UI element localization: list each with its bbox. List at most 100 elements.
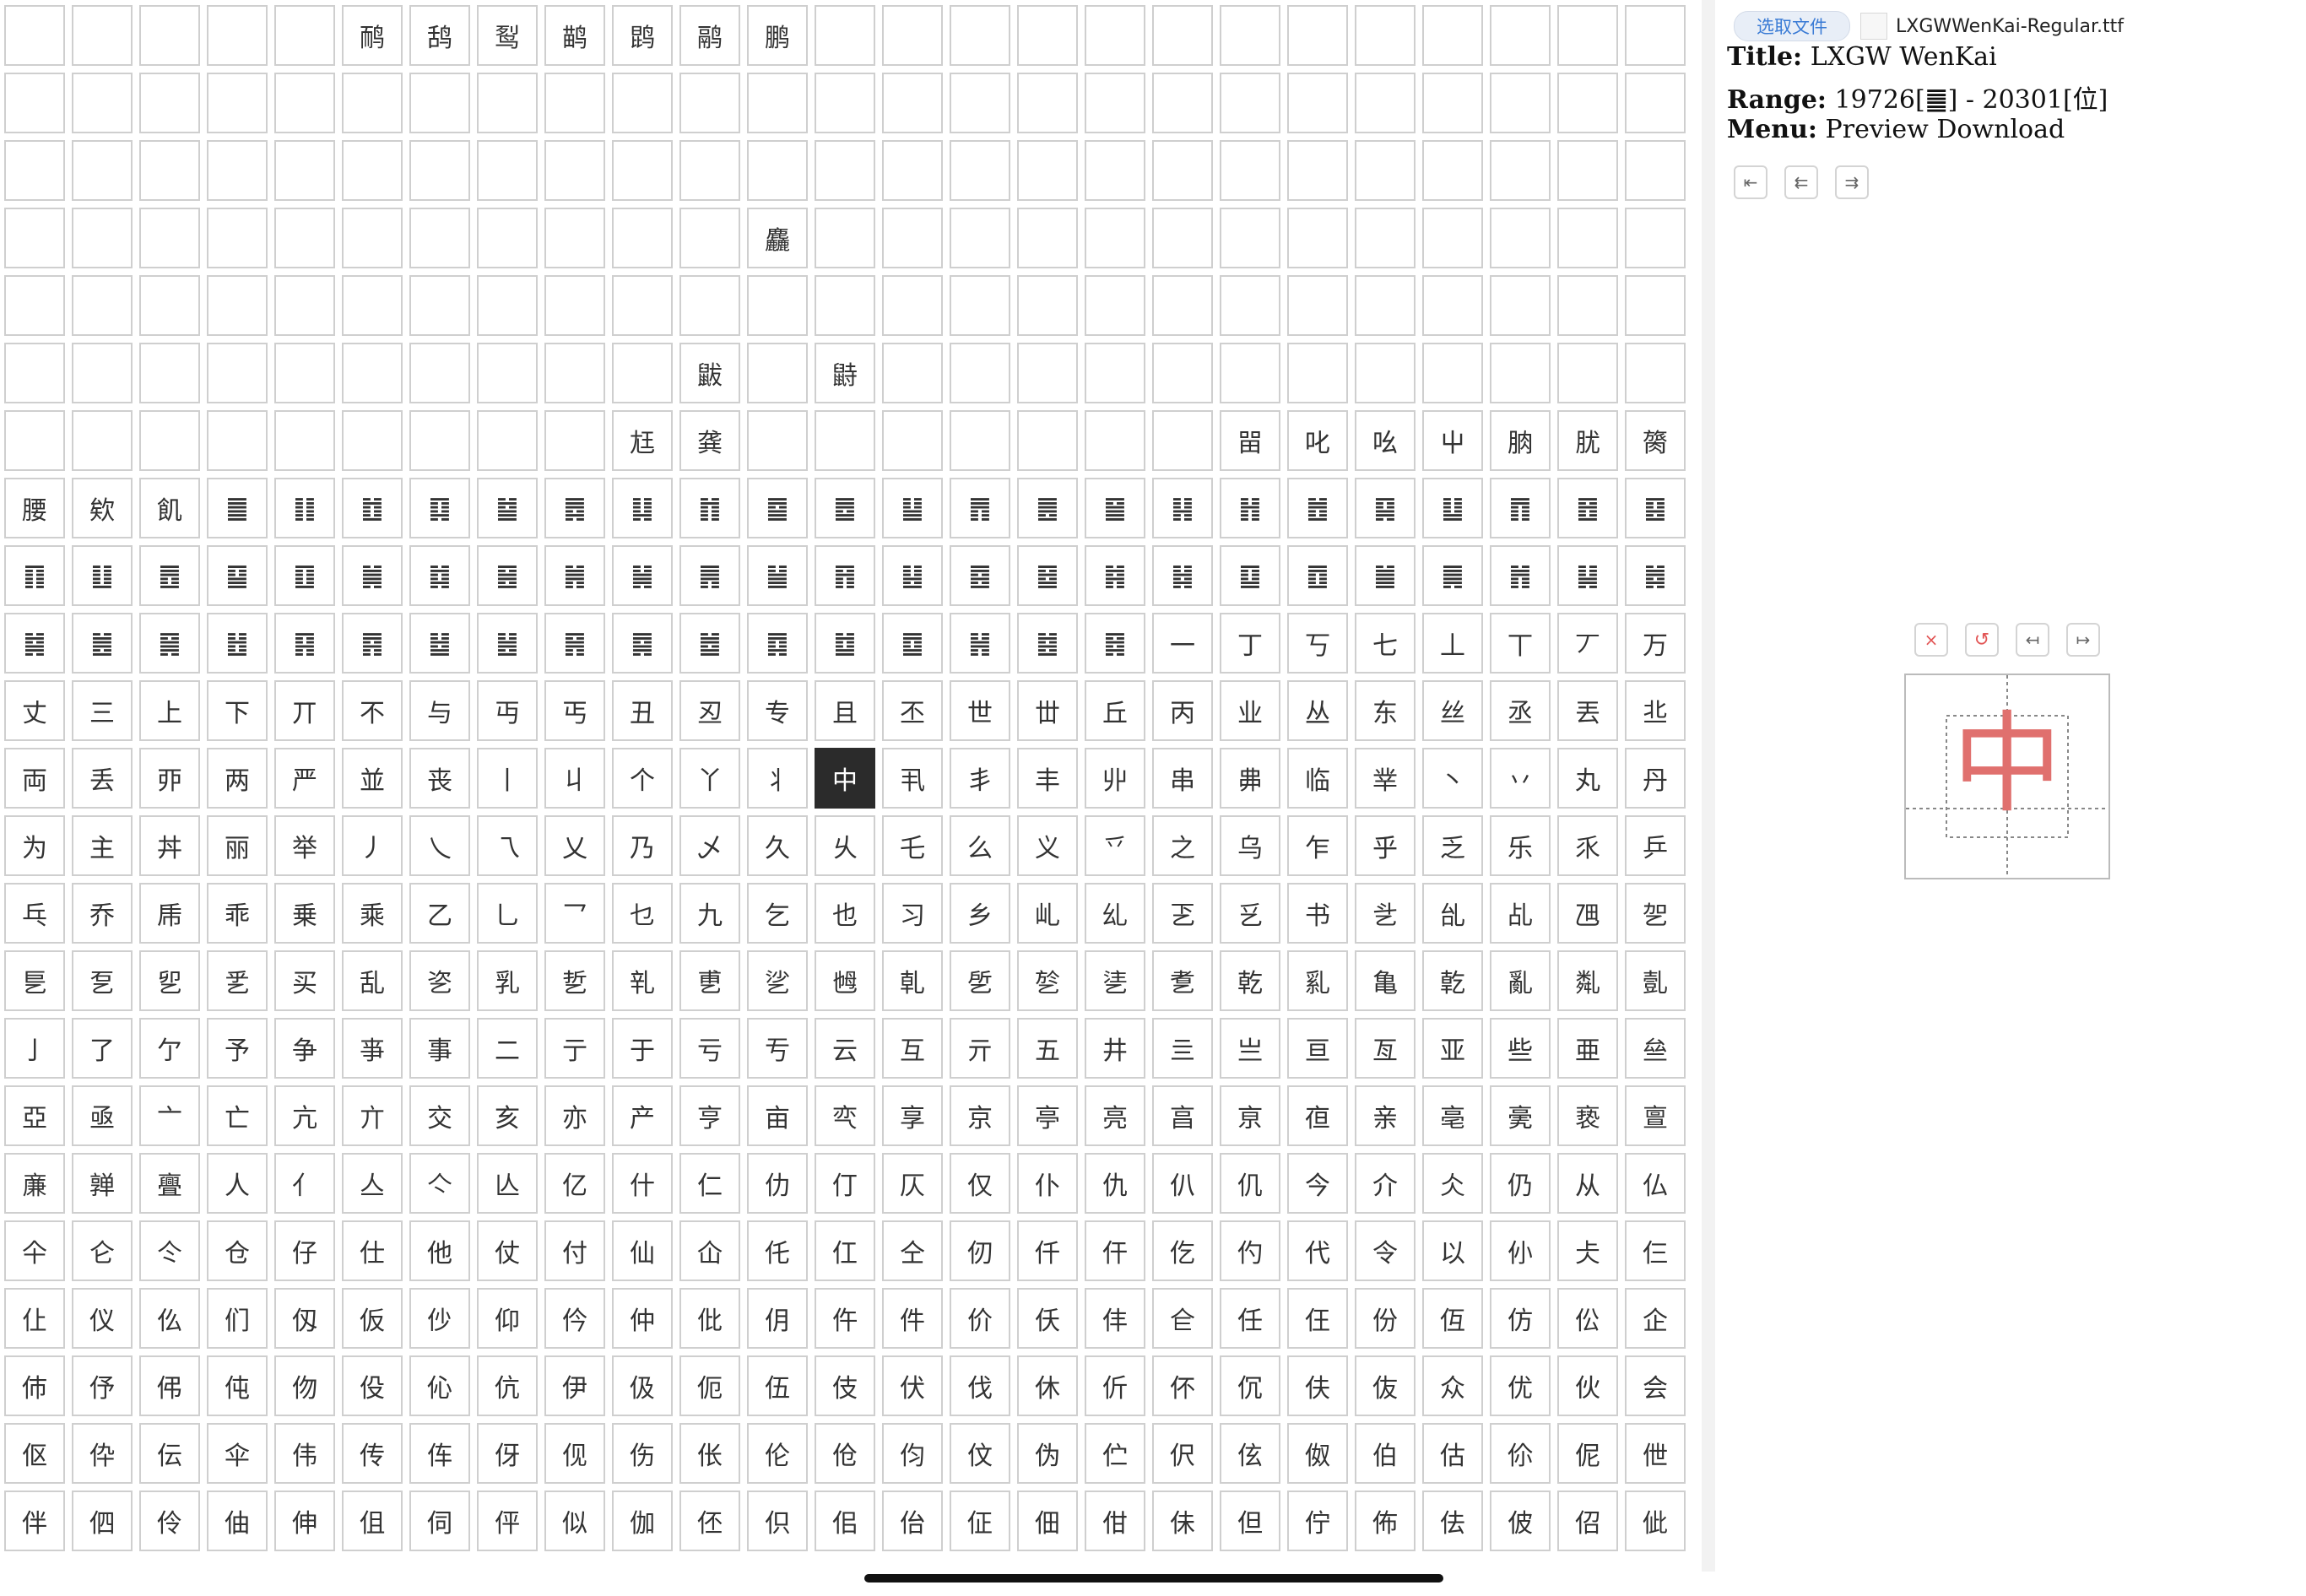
glyph-cell[interactable]: 乊 <box>1085 815 1145 876</box>
glyph-cell[interactable] <box>1017 73 1078 133</box>
glyph-cell[interactable]: ䷞ <box>544 545 605 606</box>
glyph-cell[interactable]: 件 <box>882 1288 943 1349</box>
glyph-cell[interactable]: ䷔ <box>1557 478 1618 538</box>
glyph-cell[interactable] <box>1287 73 1348 133</box>
glyph-cell[interactable] <box>1152 73 1213 133</box>
glyph-cell[interactable] <box>207 73 268 133</box>
glyph-cell[interactable]: ䷳ <box>274 613 335 674</box>
glyph-cell[interactable]: 伺 <box>409 1491 470 1551</box>
glyph-cell[interactable]: 吆 <box>1355 410 1416 471</box>
glyph-cell[interactable]: 临 <box>1287 748 1348 809</box>
glyph-cell[interactable] <box>1085 73 1145 133</box>
glyph-cell[interactable] <box>882 208 943 268</box>
glyph-cell[interactable] <box>72 208 133 268</box>
glyph-cell[interactable]: 乐 <box>1490 815 1551 876</box>
glyph-cell[interactable]: 佌 <box>1625 1491 1686 1551</box>
glyph-cell[interactable]: 伢 <box>477 1423 538 1484</box>
glyph-cell[interactable] <box>4 140 65 201</box>
glyph-cell[interactable]: 丐 <box>544 680 605 741</box>
glyph-cell[interactable]: 伂 <box>4 1355 65 1416</box>
glyph-cell[interactable]: 䴕 <box>477 5 538 66</box>
glyph-cell[interactable]: ䷇ <box>679 478 740 538</box>
glyph-cell[interactable]: ䷠ <box>679 545 740 606</box>
glyph-cell[interactable]: 乒 <box>1625 815 1686 876</box>
glyph-cell[interactable]: 仌 <box>1422 1153 1483 1214</box>
glyph-cell[interactable] <box>1625 73 1686 133</box>
glyph-cell[interactable] <box>1422 73 1483 133</box>
glyph-cell[interactable]: 伕 <box>1287 1355 1348 1416</box>
glyph-cell[interactable]: 伉 <box>477 1355 538 1416</box>
glyph-cell[interactable]: 且 <box>815 680 875 741</box>
glyph-cell[interactable]: 伵 <box>72 1491 133 1551</box>
glyph-cell[interactable]: ䷑ <box>1355 478 1416 538</box>
glyph-cell[interactable] <box>72 343 133 403</box>
glyph-cell[interactable]: 会 <box>1625 1355 1686 1416</box>
glyph-cell[interactable]: 乢 <box>1017 883 1078 944</box>
glyph-cell[interactable]: 丙 <box>1152 680 1213 741</box>
glyph-cell[interactable]: 乽 <box>1152 950 1213 1011</box>
glyph-cell[interactable] <box>612 343 673 403</box>
glyph-cell[interactable] <box>477 410 538 471</box>
glyph-cell[interactable]: 仯 <box>409 1288 470 1349</box>
glyph-cell[interactable] <box>950 140 1010 201</box>
glyph-cell[interactable]: 伮 <box>1287 1423 1348 1484</box>
glyph-cell[interactable]: 乯 <box>207 950 268 1011</box>
glyph-cell[interactable]: 佉 <box>1422 1491 1483 1551</box>
glyph-cell[interactable] <box>950 73 1010 133</box>
glyph-cell[interactable] <box>747 140 808 201</box>
glyph-cell[interactable] <box>1085 5 1145 66</box>
glyph-cell[interactable] <box>1287 5 1348 66</box>
glyph-cell[interactable] <box>612 73 673 133</box>
glyph-cell[interactable]: 並 <box>342 748 403 809</box>
glyph-cell[interactable]: 乇 <box>882 815 943 876</box>
glyph-cell[interactable]: 膐 <box>1625 410 1686 471</box>
glyph-cell[interactable]: ䷃ <box>409 478 470 538</box>
glyph-cell[interactable]: ䷝ <box>477 545 538 606</box>
glyph-cell[interactable] <box>409 275 470 336</box>
glyph-cell[interactable]: 书 <box>1287 883 1348 944</box>
glyph-cell[interactable] <box>950 208 1010 268</box>
glyph-cell[interactable] <box>747 275 808 336</box>
glyph-cell[interactable]: 亲 <box>1355 1085 1416 1146</box>
glyph-cell[interactable]: ䷕ <box>1625 478 1686 538</box>
glyph-cell[interactable] <box>544 73 605 133</box>
glyph-cell[interactable]: ䷘ <box>139 545 200 606</box>
glyph-cell[interactable]: 丣 <box>139 748 200 809</box>
glyph-cell[interactable]: ䷯ <box>4 613 65 674</box>
glyph-cell[interactable]: 仛 <box>747 1220 808 1281</box>
glyph-cell[interactable]: 乚 <box>477 883 538 944</box>
glyph-cell[interactable]: 仇 <box>1085 1153 1145 1214</box>
glyph-cell[interactable] <box>139 5 200 66</box>
glyph-cell[interactable]: 伎 <box>815 1355 875 1416</box>
glyph-cell[interactable] <box>679 275 740 336</box>
glyph-cell[interactable]: 他 <box>409 1220 470 1281</box>
glyph-cell[interactable]: 伥 <box>679 1423 740 1484</box>
glyph-cell[interactable] <box>1085 343 1145 403</box>
glyph-cell[interactable] <box>274 410 335 471</box>
glyph-cell[interactable] <box>1220 208 1280 268</box>
glyph-cell[interactable]: ䷈ <box>747 478 808 538</box>
glyph-cell[interactable] <box>882 73 943 133</box>
glyph-cell[interactable]: 丨 <box>477 748 538 809</box>
glyph-cell[interactable]: 亞 <box>4 1085 65 1146</box>
glyph-cell[interactable]: 仨 <box>1625 1220 1686 1281</box>
glyph-cell[interactable]: 仈 <box>1152 1153 1213 1214</box>
glyph-cell[interactable]: ䷎ <box>1152 478 1213 538</box>
glyph-cell[interactable] <box>1490 5 1551 66</box>
glyph-cell[interactable]: 伆 <box>274 1355 335 1416</box>
glyph-cell[interactable]: 乜 <box>612 883 673 944</box>
glyph-cell[interactable]: 乨 <box>1422 883 1483 944</box>
glyph-cell[interactable]: 仙 <box>612 1220 673 1281</box>
glyph-cell[interactable] <box>477 140 538 201</box>
glyph-cell[interactable]: 丞 <box>1490 680 1551 741</box>
choose-file-button[interactable]: 选取文件 <box>1734 11 1850 41</box>
glyph-cell[interactable]: 乁 <box>477 815 538 876</box>
glyph-cell[interactable]: 伀 <box>1557 1288 1618 1349</box>
glyph-cell[interactable]: 份 <box>1355 1288 1416 1349</box>
glyph-cell[interactable] <box>747 410 808 471</box>
glyph-cell[interactable]: ䷟ <box>612 545 673 606</box>
glyph-cell[interactable]: 仵 <box>815 1288 875 1349</box>
glyph-cell[interactable]: 麤 <box>747 208 808 268</box>
glyph-cell[interactable]: ䷲ <box>207 613 268 674</box>
glyph-cell[interactable] <box>342 140 403 201</box>
